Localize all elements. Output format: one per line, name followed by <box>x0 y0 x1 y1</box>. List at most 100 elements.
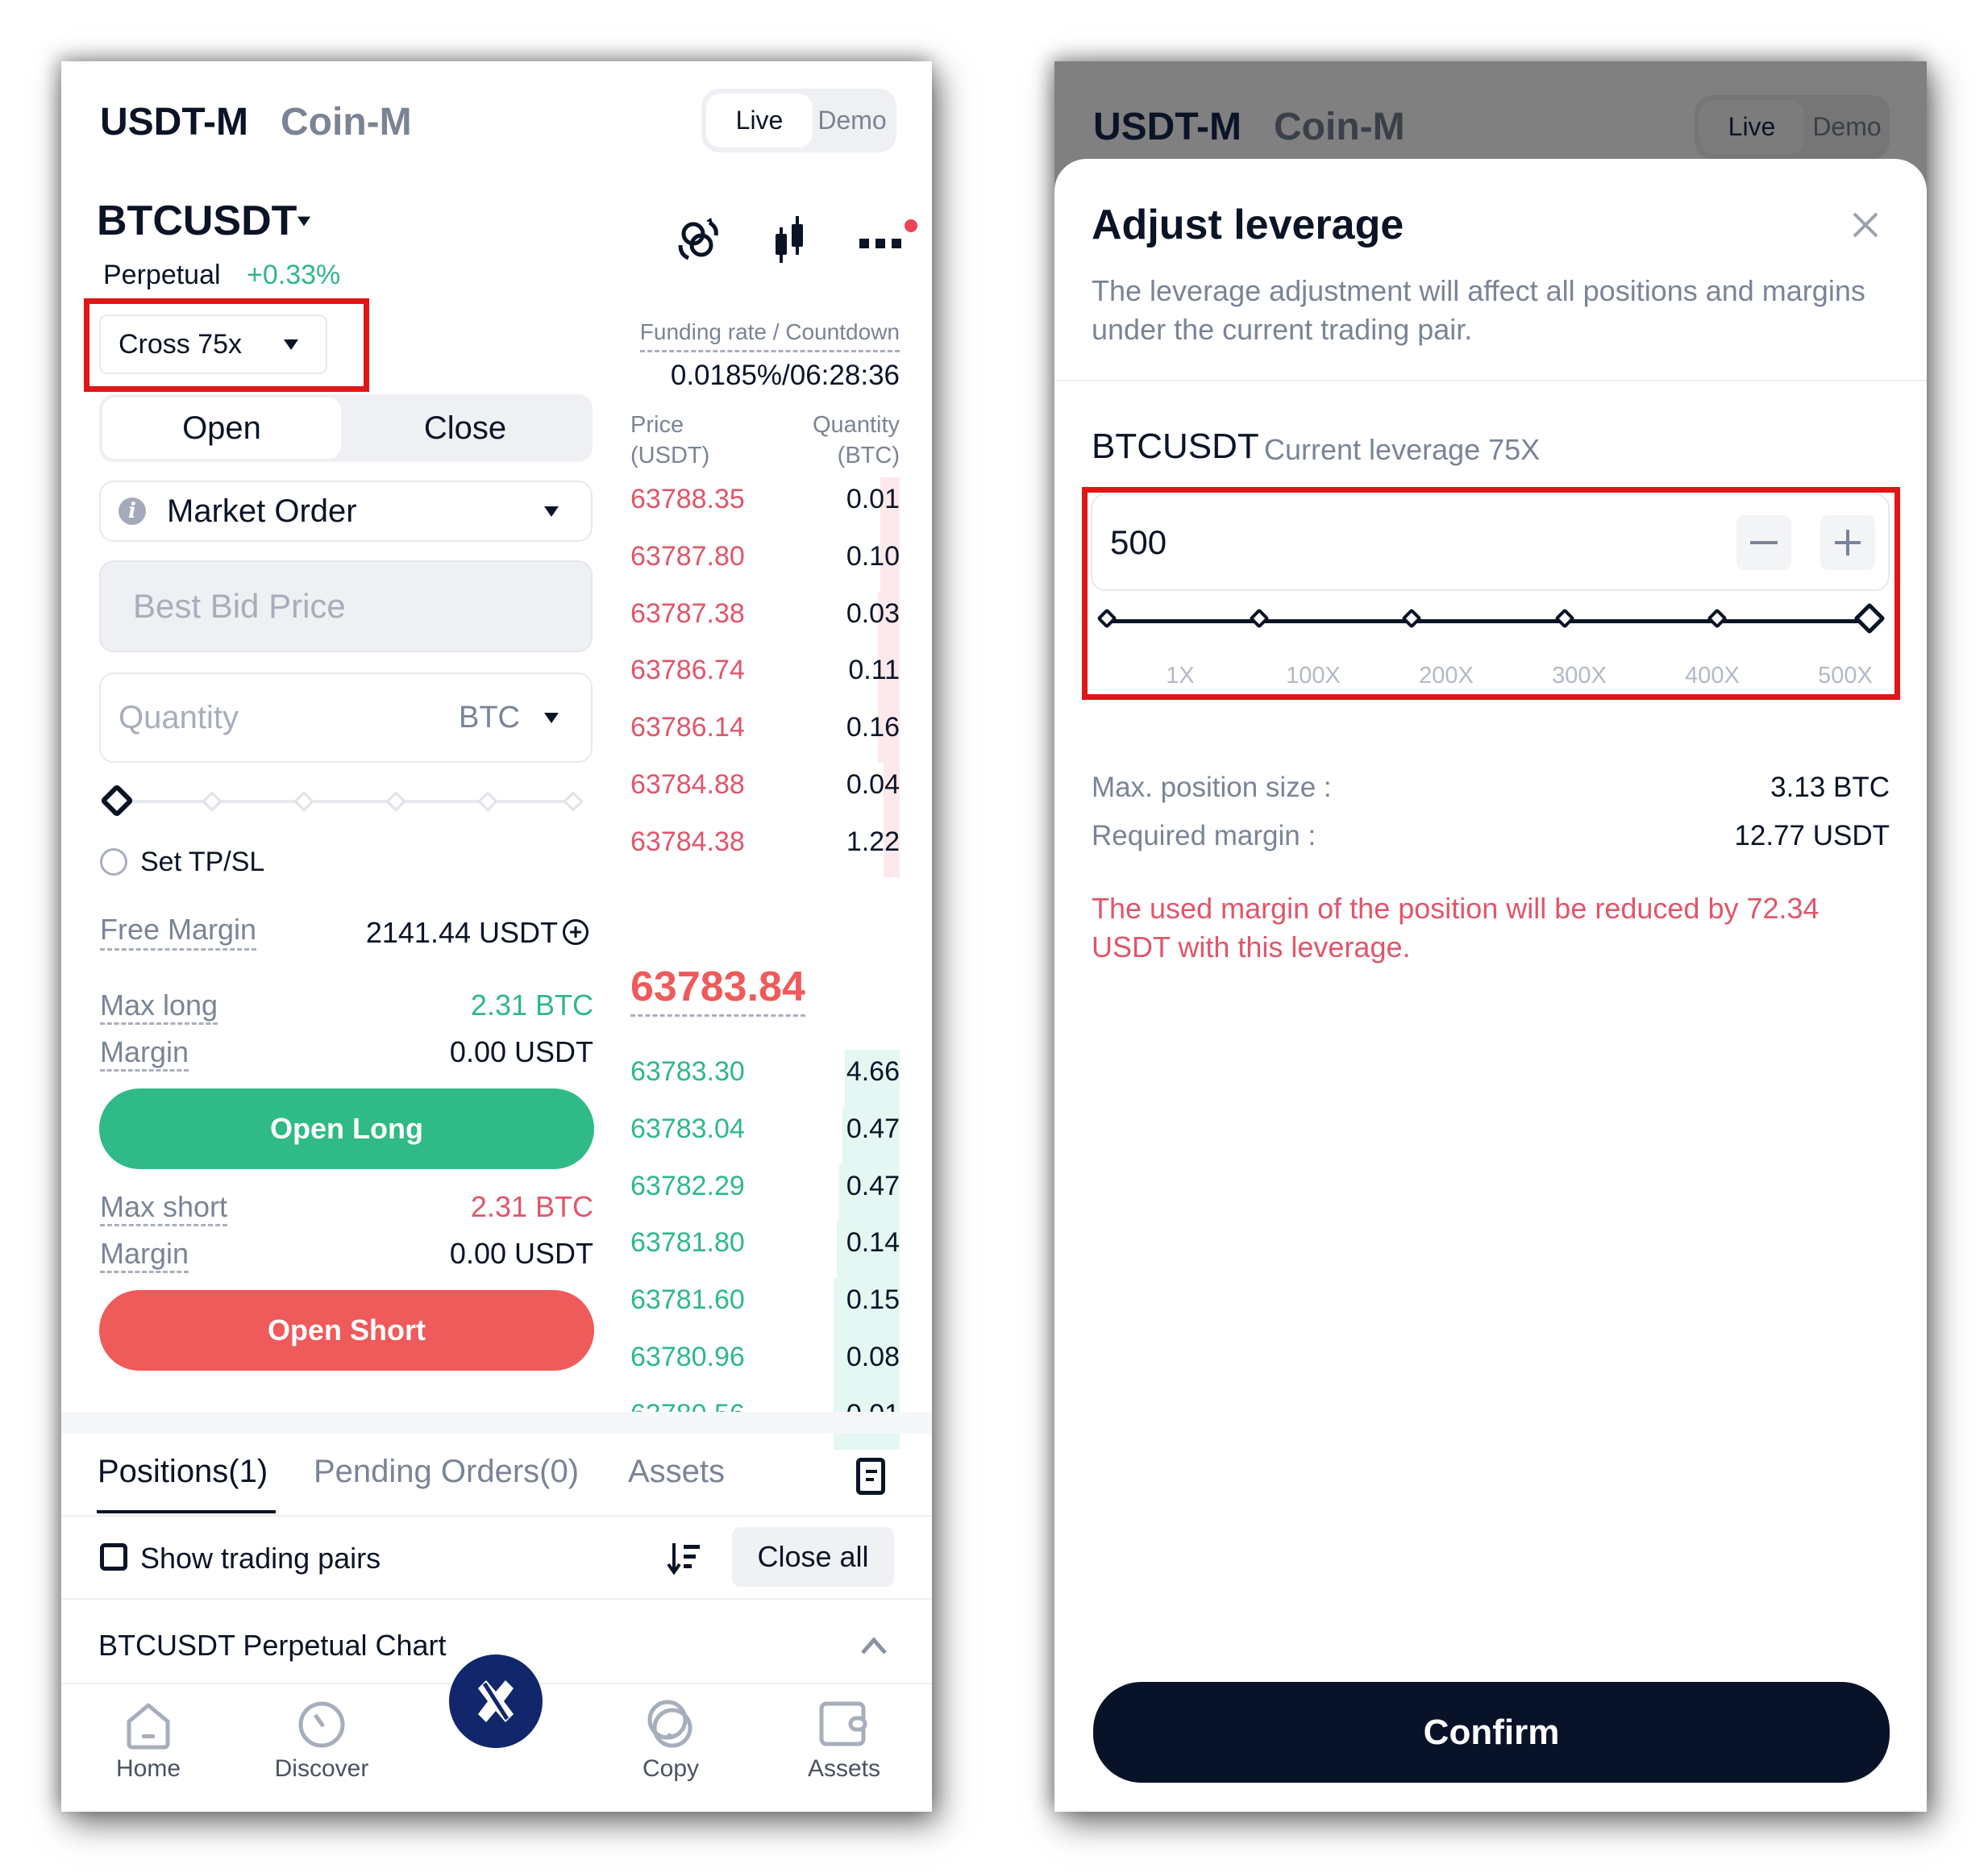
open-close-segment: Open Close <box>99 394 593 462</box>
required-margin-label: Required margin : <box>1092 820 1316 851</box>
modal-title: Adjust leverage <box>1092 202 1404 248</box>
tab-pending-orders[interactable]: Pending Orders(0) <box>314 1454 579 1490</box>
bottom-nav: Home Discover Copy Assets <box>61 1654 932 1812</box>
slider-step[interactable] <box>563 791 584 812</box>
bid-row[interactable]: 63781.60 0.15 <box>626 1278 900 1336</box>
quantity-slider-track[interactable] <box>116 800 568 803</box>
more-icon[interactable] <box>859 239 905 250</box>
short-margin-label[interactable]: Margin <box>100 1237 189 1273</box>
open-long-button[interactable]: Open Long <box>99 1088 594 1169</box>
leverage-input[interactable]: 500 <box>1091 493 1890 591</box>
funding-rate-label[interactable]: Funding rate / Countdown <box>639 319 900 352</box>
swap-circles-icon[interactable] <box>674 214 722 263</box>
slider-step[interactable] <box>385 791 406 812</box>
ask-quantity: 0.11 <box>848 655 900 686</box>
bid-quantity: 0.47 <box>846 1170 900 1201</box>
max-long-value: 2.31 BTC <box>470 989 593 1022</box>
bid-row[interactable]: 63782.29 0.47 <box>626 1163 900 1222</box>
contract-type: Perpetual <box>103 260 221 290</box>
bid-row[interactable]: 63780.96 0.08 <box>626 1335 900 1392</box>
long-margin-label[interactable]: Margin <box>100 1035 189 1072</box>
required-margin-value: 12.77 USDT <box>1734 820 1890 851</box>
close-icon[interactable] <box>1851 210 1880 239</box>
nav-home-label: Home <box>115 1755 181 1782</box>
free-margin-label[interactable]: Free Margin <box>100 913 257 951</box>
confirm-button[interactable]: Confirm <box>1093 1682 1890 1783</box>
ask-price: 63787.38 <box>630 597 745 629</box>
bid-row[interactable]: 63783.30 4.66 <box>626 1050 900 1107</box>
price-column-header: Price (USDT) <box>630 410 709 471</box>
slider-handle[interactable] <box>99 783 135 818</box>
add-funds-icon[interactable]: + <box>563 919 588 945</box>
ask-row[interactable]: 63784.38 1.22 <box>626 819 900 877</box>
divider <box>61 1598 932 1600</box>
slider-step[interactable] <box>477 791 498 812</box>
margin-mode-label: Cross 75x <box>119 328 243 360</box>
bid-price: 63782.29 <box>630 1170 745 1201</box>
ask-row[interactable]: 63787.80 0.10 <box>626 534 900 592</box>
bid-price: 63781.80 <box>630 1227 745 1259</box>
notification-dot <box>905 219 917 232</box>
pair-symbol[interactable]: BTCUSDT <box>97 197 297 245</box>
leverage-tick-labels: 1X 100X 200X 300X 400X 500X <box>1092 663 1898 695</box>
tpsl-radio[interactable] <box>100 848 127 876</box>
ask-row[interactable]: 63788.35 0.01 <box>626 477 900 535</box>
info-icon[interactable]: i <box>119 497 146 525</box>
chevron-up-icon[interactable] <box>858 1634 890 1658</box>
ask-price: 63788.35 <box>630 484 745 514</box>
ask-row[interactable]: 63784.88 0.04 <box>626 763 900 820</box>
minus-icon <box>1750 540 1778 544</box>
bid-row[interactable]: 63781.80 0.14 <box>626 1221 900 1279</box>
price-header-line: Price <box>630 412 684 438</box>
live-demo-toggle: Live Demo <box>1695 95 1890 159</box>
tab-close[interactable]: Close <box>341 397 589 459</box>
bid-quantity: 0.08 <box>846 1342 900 1372</box>
quantity-unit-select[interactable]: BTC <box>459 701 520 735</box>
slider-step[interactable] <box>293 791 314 812</box>
open-short-button[interactable]: Open Short <box>99 1290 594 1371</box>
demo-option: Demo <box>1812 112 1882 141</box>
bid-row[interactable]: 63783.04 0.47 <box>626 1106 900 1164</box>
candlestick-icon[interactable] <box>769 214 809 264</box>
leverage-tick-label: 300X <box>1552 663 1607 689</box>
sort-icon[interactable] <box>666 1538 705 1577</box>
max-short-label[interactable]: Max short <box>100 1190 228 1226</box>
pair-dropdown-caret-icon[interactable] <box>297 216 311 227</box>
live-option[interactable]: Live <box>706 94 813 148</box>
brand-logo-icon <box>478 1680 514 1722</box>
tpsl-label[interactable]: Set TP/SL <box>140 847 264 878</box>
price-field[interactable]: Best Bid Price <box>99 560 593 652</box>
quantity-field[interactable]: Quantity BTC <box>99 672 593 763</box>
order-type-select[interactable]: i Market Order <box>99 481 593 542</box>
leverage-tick-label: 200X <box>1419 663 1474 689</box>
plus-icon <box>1835 529 1861 556</box>
mid-price[interactable]: 63783.84 <box>630 963 805 1017</box>
ask-row[interactable]: 63786.74 0.11 <box>626 648 900 706</box>
brand-logo-button[interactable] <box>449 1654 543 1748</box>
ask-row[interactable]: 63786.14 0.16 <box>626 705 900 764</box>
chart-section-label[interactable]: BTCUSDT Perpetual Chart <box>98 1629 447 1663</box>
live-demo-toggle[interactable]: Live Demo <box>701 89 896 152</box>
slider-step[interactable] <box>202 791 223 812</box>
demo-option[interactable]: Demo <box>813 106 892 135</box>
decrease-button[interactable] <box>1736 514 1791 570</box>
leverage-slider-track[interactable] <box>1109 619 1872 623</box>
increase-button[interactable] <box>1820 514 1875 570</box>
tab-open[interactable]: Open <box>102 397 341 459</box>
ask-row[interactable]: 63787.38 0.03 <box>626 591 900 649</box>
margin-mode-select[interactable]: Cross 75x <box>99 314 327 374</box>
order-type-label: Market Order <box>167 493 357 529</box>
live-option: Live <box>1699 100 1804 154</box>
show-pairs-label[interactable]: Show trading pairs <box>140 1542 381 1575</box>
order-history-icon[interactable] <box>856 1458 885 1495</box>
close-all-button[interactable]: Close all <box>732 1527 894 1587</box>
tab-coin-m[interactable]: Coin-M <box>281 100 412 144</box>
tab-assets[interactable]: Assets <box>628 1454 725 1490</box>
active-tab-underline <box>97 1510 276 1513</box>
max-long-label[interactable]: Max long <box>100 989 218 1025</box>
ask-quantity: 0.16 <box>846 712 900 743</box>
show-pairs-checkbox[interactable] <box>100 1543 127 1571</box>
ask-price: 63786.14 <box>630 712 745 743</box>
tab-usdt-m[interactable]: USDT-M <box>100 100 248 144</box>
tab-positions[interactable]: Positions(1) <box>98 1454 268 1490</box>
